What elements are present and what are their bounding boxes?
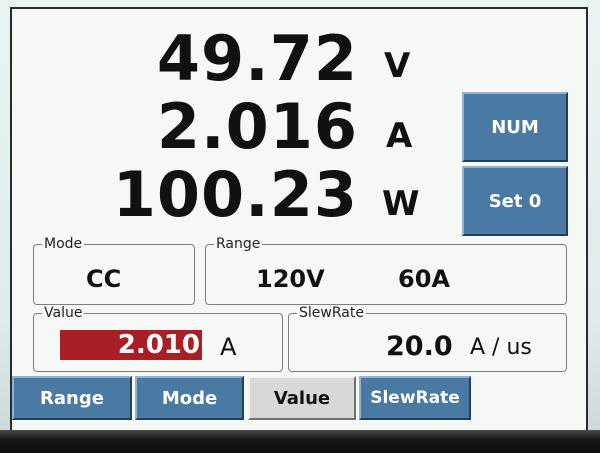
- tab-value[interactable]: Value: [248, 376, 356, 420]
- voltage-unit: V: [384, 46, 411, 86]
- tab-range[interactable]: Range: [12, 376, 132, 420]
- value-input[interactable]: 2.010: [60, 328, 200, 362]
- value-unit: A: [220, 333, 237, 361]
- current-reading: 2.016: [100, 96, 358, 158]
- power-unit: W: [382, 184, 420, 224]
- mode-label: Mode: [44, 236, 83, 252]
- set-zero-button[interactable]: Set 0: [462, 166, 568, 236]
- value-label: Value: [44, 305, 83, 321]
- current-unit: A: [386, 116, 413, 156]
- slewrate-unit: A / us: [470, 335, 532, 360]
- range-label: Range: [216, 236, 261, 252]
- current-value: 2.016: [156, 90, 358, 163]
- num-button[interactable]: NUM: [462, 92, 568, 162]
- range-current: 60A: [398, 265, 450, 293]
- mode-value: CC: [86, 265, 122, 293]
- range-voltage: 120V: [256, 265, 325, 293]
- voltage-value: 49.72: [156, 22, 358, 95]
- tab-mode[interactable]: Mode: [135, 376, 244, 420]
- power-value: 100.23: [112, 158, 358, 231]
- slewrate-label: SlewRate: [299, 305, 364, 321]
- voltage-reading: 49.72: [100, 28, 358, 90]
- bezel-bottom-edge: [0, 430, 600, 453]
- tab-slewrate[interactable]: SlewRate: [359, 376, 471, 420]
- power-reading: 100.23: [90, 164, 358, 226]
- slewrate-value: 20.0: [386, 331, 453, 362]
